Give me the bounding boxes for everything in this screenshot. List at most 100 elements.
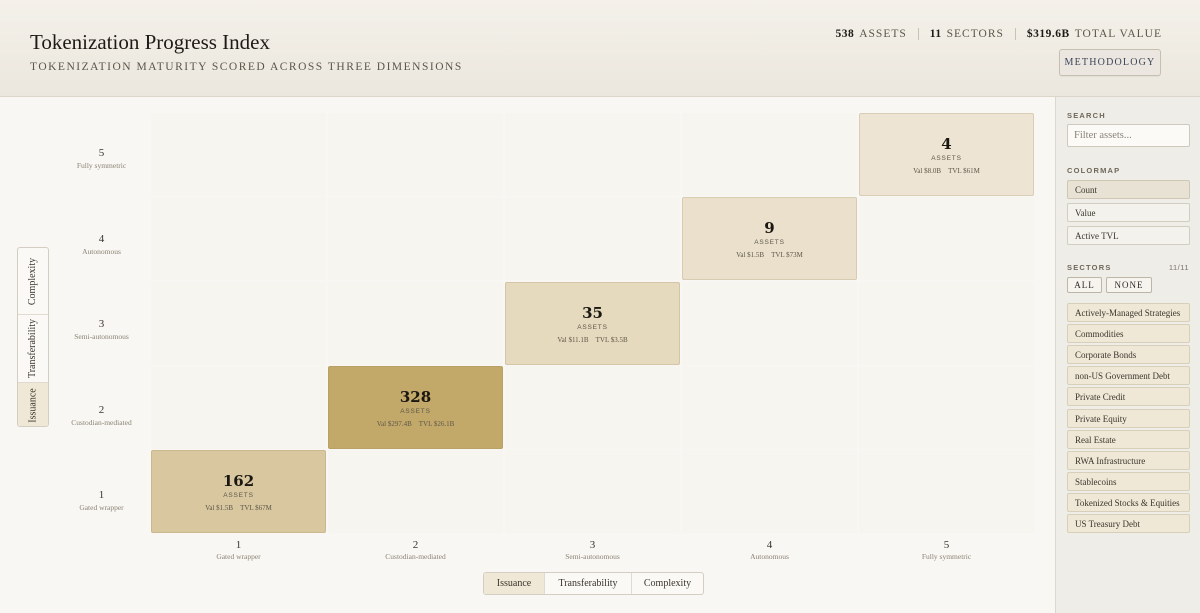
sector-filter-item[interactable]: Real Estate <box>1067 429 1190 449</box>
y-level-number: 4 <box>98 232 105 245</box>
cell-tvl: TVL $26.1B <box>418 419 455 428</box>
methodology-button[interactable]: METHODOLOGY <box>1059 49 1161 76</box>
y-dimension-transferability[interactable]: Transferability <box>18 314 48 382</box>
x-axis-level: 2 Custodian-mediated <box>328 539 503 561</box>
y-level-number: 1 <box>98 489 105 501</box>
cell-count: 35 <box>582 303 603 322</box>
matrix-cell-empty <box>505 366 680 449</box>
matrix-cell-empty <box>859 366 1034 449</box>
y-dimension-complexity[interactable]: Complexity <box>18 248 48 314</box>
matrix-cell[interactable]: 9 ASSETS Val $1.5B TVL $73M <box>682 197 857 280</box>
matrix-cell-empty <box>151 366 326 449</box>
matrix-cell-empty <box>682 366 857 449</box>
sector-filter-item[interactable]: Private Equity <box>1067 408 1190 428</box>
page-subtitle: TOKENIZATION MATURITY SCORED ACROSS THRE… <box>30 61 463 73</box>
y-dimension-label: Issuance <box>27 388 39 423</box>
matrix-cell[interactable]: 4 ASSETS Val $8.0B TVL $61M <box>859 113 1034 196</box>
sector-filter-item[interactable]: Stablecoins <box>1067 471 1190 491</box>
sector-filter-item[interactable]: RWA Infrastructure <box>1067 450 1190 470</box>
x-axis-level: 4 Autonomous <box>682 539 857 561</box>
matrix-cell-empty <box>328 282 503 365</box>
sector-filter-item[interactable]: Actively-Managed Strategies <box>1067 303 1190 322</box>
matrix-cell-empty <box>151 282 326 365</box>
summary-stats: 538 ASSETS 11 SECTORS $319.6B TOTAL VALUE <box>835 28 1162 40</box>
x-level-label: Semi-autonomous <box>565 552 620 561</box>
colormap-option-count[interactable]: Count <box>1067 180 1190 199</box>
matrix-cell-empty <box>505 450 680 533</box>
cell-assets-label: ASSETS <box>223 491 254 499</box>
matrix-cell[interactable]: 35 ASSETS Val $11.1B TVL $3.5B <box>505 282 680 365</box>
matrix-area: 4 ASSETS Val $8.0B TVL $61M 9 ASSETS Val $1.5B… <box>0 97 1055 613</box>
search-input[interactable]: Filter assets... <box>1067 124 1190 147</box>
matrix-cell[interactable]: 328 ASSETS Val $297.4B TVL $26.1B <box>328 366 503 449</box>
stat-label: SECTORS <box>946 28 1004 40</box>
cell-count: 162 <box>222 471 255 490</box>
y-axis-level: 4 Autonomous <box>44 233 159 256</box>
x-axis-level: 5 Fully symmetric <box>859 539 1034 561</box>
cell-tvl: TVL $61M <box>948 166 980 175</box>
sector-filter-item[interactable]: US Treasury Debt <box>1067 514 1190 533</box>
x-dimension-issuance[interactable]: Issuance <box>484 573 544 594</box>
x-level-number: 3 <box>589 539 596 551</box>
select-no-sectors-button[interactable]: NONE <box>1106 277 1152 293</box>
sector-filter-item[interactable]: non-US Government Debt <box>1067 366 1190 386</box>
cell-assets-label: ASSETS <box>577 323 608 331</box>
colormap-option-active-tvl[interactable]: Active TVL <box>1067 226 1190 245</box>
cell-value: Val $8.0B <box>913 166 942 175</box>
y-level-number: 3 <box>98 318 105 330</box>
y-level-number: 5 <box>98 147 105 159</box>
stat-total-value: $319.6B TOTAL VALUE <box>1027 28 1162 40</box>
matrix-cell-empty <box>328 450 503 533</box>
colormap-option-value[interactable]: Value <box>1067 203 1190 222</box>
y-dimension-label: Transferability <box>27 318 39 379</box>
x-dimension-transferability[interactable]: Transferability <box>544 573 631 594</box>
x-level-label: Autonomous <box>750 552 789 561</box>
y-axis-level: 2 Custodian-mediated <box>44 404 159 427</box>
x-dimension-toggle: Issuance Transferability Complexity <box>483 572 704 595</box>
x-level-number: 2 <box>412 539 419 551</box>
y-axis-level: 3 Semi-autonomous <box>44 318 159 341</box>
divider <box>917 28 919 40</box>
y-dimension-issuance[interactable]: Issuance <box>18 382 48 426</box>
matrix-cell-empty <box>682 282 857 365</box>
sector-filter-item[interactable]: Corporate Bonds <box>1067 345 1190 365</box>
sectors-label: SECTORS <box>1067 263 1112 272</box>
x-level-label: Fully symmetric <box>921 552 972 561</box>
select-all-sectors-button[interactable]: ALL <box>1067 277 1102 293</box>
x-dimension-complexity[interactable]: Complexity <box>631 573 703 594</box>
cell-metrics: Val $8.0B TVL $61M <box>913 167 980 175</box>
x-axis-level: 3 Semi-autonomous <box>505 539 680 561</box>
matrix-cell[interactable]: 162 ASSETS Val $1.5B TVL $67M <box>151 450 326 533</box>
cell-value: Val $11.1B <box>557 335 589 344</box>
stat-label: TOTAL VALUE <box>1074 28 1162 40</box>
stat-value: $319.6B <box>1026 28 1070 40</box>
x-level-number: 1 <box>235 539 242 551</box>
cell-value: Val $297.4B <box>376 419 412 428</box>
y-axis-level: 5 Fully symmetric <box>44 147 159 170</box>
matrix-cell-empty <box>328 197 503 280</box>
cell-tvl: TVL $3.5B <box>595 335 628 344</box>
y-axis-level: 1 Gated wrapper <box>44 489 159 512</box>
page-title: Tokenization Progress Index <box>30 30 270 54</box>
sector-filter-item[interactable]: Private Credit <box>1067 387 1190 407</box>
matrix-cell-empty <box>682 450 857 533</box>
cell-count: 328 <box>399 387 432 406</box>
y-level-label: Custodian-mediated <box>71 417 132 427</box>
x-axis-level: 1 Gated wrapper <box>151 539 326 561</box>
sector-filter-item[interactable]: Tokenized Stocks & Equities <box>1067 492 1190 512</box>
stat-label: ASSETS <box>859 28 907 40</box>
matrix-cell-empty <box>151 113 326 196</box>
header: Tokenization Progress Index TOKENIZATION… <box>0 0 1200 97</box>
x-level-label: Custodian-mediated <box>385 552 446 561</box>
cell-tvl: TVL $73M <box>771 250 803 259</box>
y-level-label: Autonomous <box>82 246 121 256</box>
cell-value: Val $1.5B <box>736 250 765 259</box>
search-label: SEARCH <box>1067 111 1106 120</box>
matrix-cell-empty <box>505 113 680 196</box>
y-level-number: 2 <box>98 403 105 416</box>
cell-metrics: Val $297.4B TVL $26.1B <box>377 420 455 428</box>
cell-metrics: Val $1.5B TVL $73M <box>736 251 803 259</box>
matrix-cell-empty <box>859 282 1034 365</box>
sector-filter-item[interactable]: Commodities <box>1067 324 1190 344</box>
sectors-selected-count: 11/11 <box>1168 263 1189 272</box>
